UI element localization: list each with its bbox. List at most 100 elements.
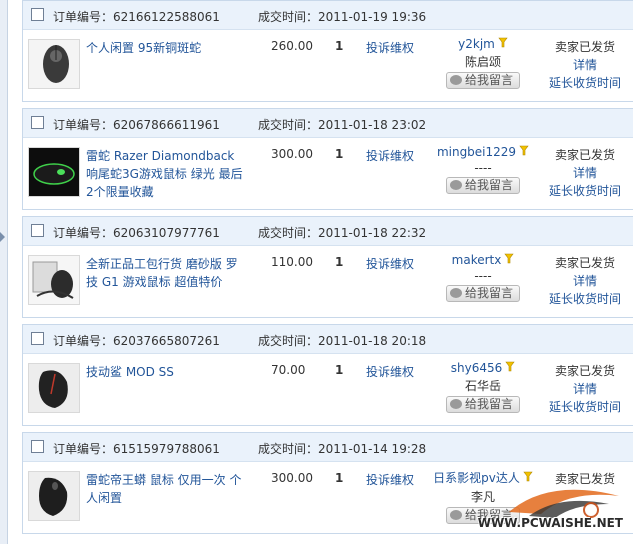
detail-link[interactable]: 详情 — [540, 164, 630, 182]
deal-time: 成交时间：2011-01-19 19:36 — [258, 10, 427, 24]
detail-link[interactable]: 详情 — [540, 272, 630, 290]
order-header: 订单编号：62166122588061 成交时间：2011-01-19 19:3… — [23, 1, 633, 30]
deal-time: 成交时间：2011-01-18 23:02 — [258, 118, 427, 132]
product-thumbnail[interactable] — [28, 147, 80, 197]
extend-receipt-link[interactable]: 延长收货时间 — [540, 290, 630, 308]
order-number: 订单编号：61515979788061 — [53, 442, 220, 456]
buyer-id-link[interactable]: shy6456 — [451, 361, 503, 375]
deal-time: 成交时间：2011-01-18 20:18 — [258, 334, 427, 348]
quantity: 1 — [335, 363, 344, 377]
order-card: 订单编号：62067866611961 成交时间：2011-01-18 23:0… — [22, 108, 633, 210]
buyer-id-link[interactable]: y2kjm — [458, 37, 495, 51]
mouse-image-icon — [29, 472, 79, 520]
product-title-link[interactable]: 雷蛇帝王蟒 鼠标 仅用一次 个人闲置 — [86, 471, 248, 507]
product-title-link[interactable]: 全新正品工包行货 磨砂版 罗技 G1 游戏鼠标 超值特价 — [86, 255, 248, 291]
chat-bubble-icon — [449, 510, 462, 520]
collapse-arrow-icon[interactable] — [0, 232, 5, 242]
product-title-link[interactable]: 雷蛇 Razer Diamondback 响尾蛇3G游戏鼠标 绿光 最后2个限量… — [86, 147, 248, 201]
chat-bubble-icon — [449, 180, 462, 190]
detail-link[interactable]: 详情 — [540, 380, 630, 398]
leave-message-button[interactable]: 给我留言 — [445, 177, 520, 194]
status-column: 卖家已发货 详情 延长收货时间 — [540, 38, 630, 92]
buyer-info: y2kjm 陈启颂 给我留言 — [428, 37, 538, 89]
order-header: 订单编号：62063107977761 成交时间：2011-01-18 22:3… — [23, 217, 633, 246]
order-number: 订单编号：62166122588061 — [53, 10, 220, 24]
quantity: 1 — [335, 471, 344, 485]
deal-time: 成交时间：2011-01-18 22:32 — [258, 226, 427, 240]
quantity: 1 — [335, 255, 344, 269]
mouse-image-icon — [29, 148, 79, 196]
status-column: 卖家已发货 详情 延长收货时间 — [540, 254, 630, 308]
leave-message-label: 给我留言 — [464, 73, 513, 87]
order-number: 订单编号：62037665807261 — [53, 334, 220, 348]
price: 260.00 — [271, 39, 313, 53]
complaint-link[interactable]: 投诉维权 — [366, 363, 414, 380]
order-card: 订单编号：62037665807261 成交时间：2011-01-18 20:1… — [22, 324, 633, 426]
price: 70.00 — [271, 363, 306, 377]
leave-message-button[interactable]: 给我留言 — [445, 396, 520, 413]
extend-receipt-link[interactable]: 延长收货时间 — [540, 398, 630, 416]
order-checkbox[interactable] — [31, 224, 44, 237]
chat-bubble-icon — [449, 288, 462, 298]
left-panel-edge[interactable] — [0, 0, 8, 544]
order-checkbox[interactable] — [31, 440, 44, 453]
watermark-text: WWW.PCWAISHE.NET — [477, 516, 623, 530]
order-header: 订单编号：61515979788061 成交时间：2011-01-14 19:2… — [23, 433, 633, 462]
complaint-link[interactable]: 投诉维权 — [366, 255, 414, 272]
order-checkbox[interactable] — [31, 8, 44, 21]
buyer-name: ---- — [474, 161, 492, 175]
mouse-image-icon — [29, 364, 79, 412]
status-text: 卖家已发货 — [554, 256, 615, 270]
leave-message-label: 给我留言 — [464, 397, 513, 411]
order-checkbox[interactable] — [31, 332, 44, 345]
chat-bubble-icon — [449, 75, 462, 85]
mouse-image-icon — [29, 40, 79, 88]
leave-message-button[interactable]: 给我留言 — [445, 72, 520, 89]
buyer-info: shy6456 石华岳 给我留言 — [428, 361, 538, 413]
product-thumbnail[interactable] — [28, 39, 80, 89]
flag-icon — [498, 37, 508, 48]
status-text: 卖家已发货 — [554, 148, 615, 162]
price: 300.00 — [271, 147, 313, 161]
flag-icon — [504, 253, 514, 264]
complaint-link[interactable]: 投诉维权 — [366, 39, 414, 56]
product-thumbnail[interactable] — [28, 471, 80, 521]
order-header: 订单编号：62037665807261 成交时间：2011-01-18 20:1… — [23, 325, 633, 354]
detail-link[interactable]: 详情 — [540, 56, 630, 74]
order-header: 订单编号：62067866611961 成交时间：2011-01-18 23:0… — [23, 109, 633, 138]
flag-icon — [519, 145, 529, 156]
leave-message-button[interactable]: 给我留言 — [445, 285, 520, 302]
buyer-info: mingbei1229 ---- 给我留言 — [428, 145, 538, 194]
product-thumbnail[interactable] — [28, 255, 80, 305]
site-watermark: WWW.PCWAISHE.NET — [477, 476, 629, 538]
deal-time: 成交时间：2011-01-14 19:28 — [258, 442, 427, 456]
order-card: 订单编号：62166122588061 成交时间：2011-01-19 19:3… — [22, 0, 633, 102]
complaint-link[interactable]: 投诉维权 — [366, 147, 414, 164]
product-title-link[interactable]: 技动鲨 MOD SS — [86, 363, 248, 381]
extend-receipt-link[interactable]: 延长收货时间 — [540, 74, 630, 92]
leave-message-label: 给我留言 — [464, 178, 513, 192]
order-number: 订单编号：62067866611961 — [53, 118, 220, 132]
quantity: 1 — [335, 147, 344, 161]
order-checkbox[interactable] — [31, 116, 44, 129]
order-card: 订单编号：62063107977761 成交时间：2011-01-18 22:3… — [22, 216, 633, 318]
buyer-id-link[interactable]: mingbei1229 — [437, 145, 516, 159]
product-thumbnail[interactable] — [28, 363, 80, 413]
status-column: 卖家已发货 详情 延长收货时间 — [540, 146, 630, 200]
quantity: 1 — [335, 39, 344, 53]
order-number: 订单编号：62063107977761 — [53, 226, 220, 240]
complaint-link[interactable]: 投诉维权 — [366, 471, 414, 488]
mouse-image-icon — [29, 256, 79, 304]
product-title-link[interactable]: 个人闲置 95新铜斑蛇 — [86, 39, 248, 57]
flag-icon — [505, 361, 515, 372]
buyer-name: 石华岳 — [464, 379, 501, 393]
price: 110.00 — [271, 255, 313, 269]
extend-receipt-link[interactable]: 延长收货时间 — [540, 182, 630, 200]
status-text: 卖家已发货 — [554, 40, 615, 54]
status-column: 卖家已发货 详情 延长收货时间 — [540, 362, 630, 416]
buyer-name: ---- — [474, 269, 492, 283]
status-text: 卖家已发货 — [554, 364, 615, 378]
price: 300.00 — [271, 471, 313, 485]
buyer-id-link[interactable]: makertx — [452, 253, 502, 267]
chat-bubble-icon — [449, 399, 462, 409]
